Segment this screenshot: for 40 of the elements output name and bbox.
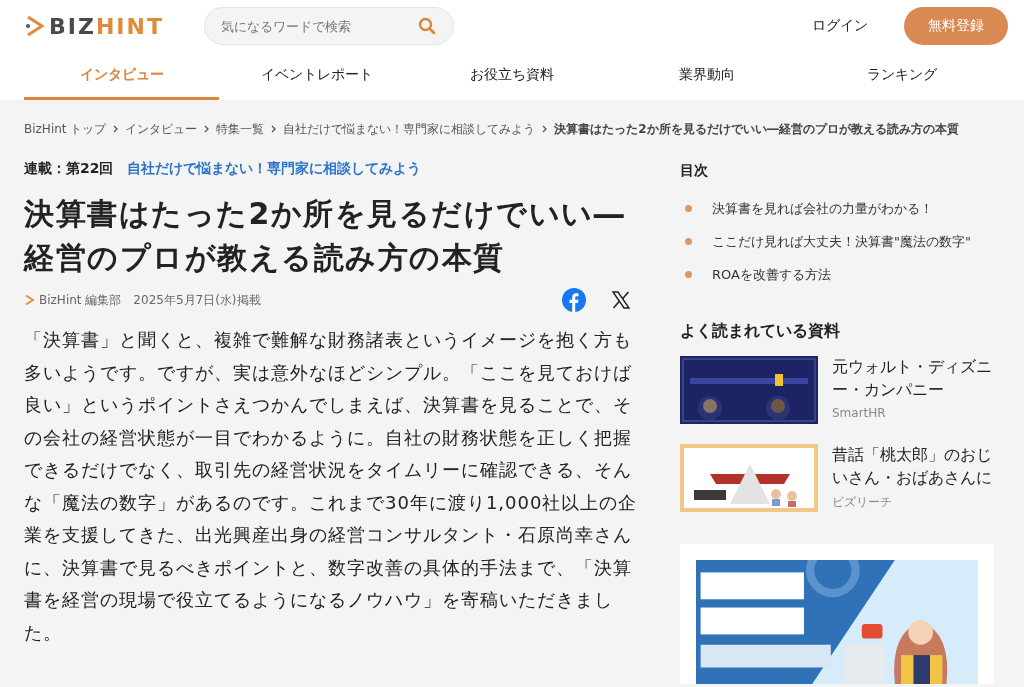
series-label: 連載：第22回 — [24, 160, 114, 178]
popular-heading: よく読まれている資料 — [680, 321, 841, 342]
toc-link[interactable]: ROAを改善する方法 — [712, 265, 831, 284]
facebook-icon[interactable] — [562, 288, 586, 312]
publish-date: 2025年5月7日(水)掲載 — [133, 291, 261, 309]
search-field[interactable]: 気になるワードで検索 — [204, 7, 454, 45]
logo[interactable]: BIZHINT — [49, 13, 164, 39]
article-title: 決算書はたった2か所を見るだけでいい―経営のプロが教える読み方の本質 — [24, 195, 627, 277]
bullet-icon — [685, 271, 692, 278]
toc-link[interactable]: ここだけ見れば大丈夫！決算書"魔法の数字" — [712, 232, 971, 251]
x-icon[interactable] — [612, 291, 630, 309]
document-title[interactable]: 元ウォルト・ディズニー・カンパニー — [832, 356, 1000, 402]
logo-icon — [24, 294, 35, 306]
nav-tab[interactable]: イベントレポート — [219, 52, 415, 100]
bullet-icon — [685, 238, 692, 245]
chevron-icon — [204, 125, 210, 133]
chevron-icon — [271, 125, 277, 133]
chevron-icon — [113, 125, 119, 133]
search-icon[interactable] — [418, 17, 436, 35]
breadcrumb-link[interactable]: インタビュー — [125, 120, 198, 138]
toc-heading: 目次 — [680, 162, 709, 180]
breadcrumb-link[interactable]: 特集一覧 — [216, 120, 265, 138]
breadcrumb-link[interactable]: 自社だけで悩まない！専門家に相談してみよう — [283, 120, 536, 138]
breadcrumb-link[interactable]: 決算書はたった2か所を見るだけでいい―経営のプロが教える読み方の本質 — [554, 120, 959, 138]
nav-tab[interactable]: 業界動向 — [609, 52, 805, 100]
login-link[interactable]: ログイン — [812, 17, 868, 35]
article-lead: 「決算書」と聞くと、複雑で難解な財務諸表というイメージを抱く方も多いようです。ですが、実は意外なほどシンプル。「ここを見ておけば良い」というポイントさえつかんでしまえば、決算書を見ることで、その会社の経営状態が一目でわかるように。自社の財務状態を正しく把握できるだけでなく、取引先の経営状況をタイムリーに確認できる、そんな「魔法の数字」があるのです。これまで30年に渡り1,000社以上の企業を支援してきた、出光興産出身の経営コンサルタント・石原尚幸さんに、決算書で見るべきポイントと、数字改善の具体的手法まで、「決算書を経営の現場で役立てるようになるノウハウ」を寄稿いただきました。 — [24, 328, 638, 645]
logo-icon — [24, 14, 46, 38]
series-link[interactable]: 自社だけで悩まない！専門家に相談してみよう — [127, 160, 422, 178]
document-title[interactable]: 昔話「桃太郎」のおじいさん・おばあさんに — [832, 444, 1000, 490]
ad-banner[interactable] — [680, 544, 994, 684]
bullet-icon — [685, 205, 692, 212]
nav-tab[interactable]: ランキング — [804, 52, 1000, 100]
author: BizHint 編集部 — [39, 291, 122, 309]
document-source: SmartHR — [832, 406, 887, 420]
document-source: ビズリーチ — [832, 494, 893, 511]
nav-tab[interactable]: お役立ち資料 — [414, 52, 610, 100]
toc-link[interactable]: 決算書を見れば会社の力量がわかる！ — [712, 199, 933, 218]
chevron-icon — [542, 125, 548, 133]
breadcrumb-link[interactable]: BizHint トップ — [24, 120, 107, 138]
